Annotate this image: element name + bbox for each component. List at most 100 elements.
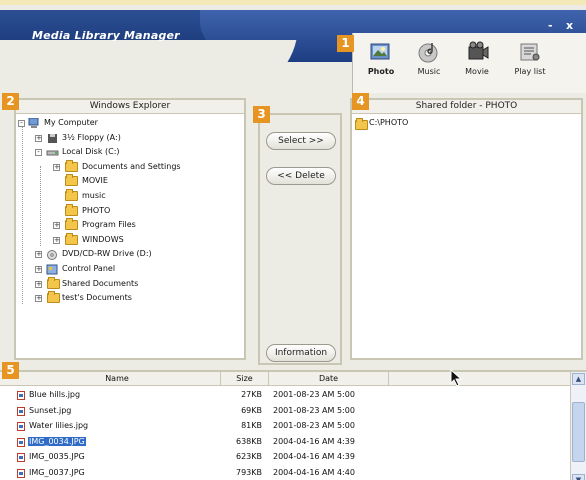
file-list-scrollbar[interactable]: ▲ ▼ bbox=[570, 372, 586, 480]
file-list: Name Size Date Blue hills.jpg 27KB 2001-… bbox=[0, 370, 586, 480]
column-header-size[interactable]: Size bbox=[221, 372, 269, 386]
folder-icon bbox=[65, 218, 78, 231]
minimize-button[interactable]: - bbox=[548, 19, 553, 32]
expand-toggle-icon[interactable]: + bbox=[35, 280, 42, 288]
tree-item-label: test's Documents bbox=[62, 293, 132, 303]
file-name: Sunset.jpg bbox=[29, 405, 72, 415]
expand-toggle-icon[interactable]: + bbox=[35, 295, 42, 303]
tree-item-test-documents[interactable]: + test's Documents bbox=[16, 291, 244, 307]
scrollbar-thumb[interactable] bbox=[572, 402, 585, 462]
image-file-icon bbox=[17, 468, 25, 478]
tree-item-label: Control Panel bbox=[62, 263, 116, 273]
tree-item-movie[interactable]: MOVIE bbox=[16, 174, 244, 190]
expand-toggle-icon[interactable]: + bbox=[35, 251, 42, 259]
toolbar-music-button[interactable]: Music bbox=[407, 41, 451, 76]
folder-icon bbox=[65, 188, 78, 201]
music-icon bbox=[415, 41, 443, 63]
scroll-down-icon[interactable]: ▼ bbox=[572, 474, 585, 480]
collapse-toggle-icon[interactable]: - bbox=[18, 120, 25, 127]
callout-badge-3: 3 bbox=[253, 106, 270, 123]
folder-icon bbox=[65, 159, 78, 172]
file-size: 27KB bbox=[241, 390, 262, 399]
image-file-icon bbox=[17, 437, 25, 447]
folder-icon bbox=[47, 276, 60, 289]
collapse-toggle-icon[interactable]: - bbox=[35, 149, 42, 157]
column-header-name[interactable]: Name bbox=[14, 372, 221, 386]
folder-icon bbox=[65, 203, 78, 216]
callout-badge-5: 5 bbox=[2, 362, 19, 379]
folder-icon bbox=[65, 174, 78, 187]
tree-item-label: Program Files bbox=[82, 220, 136, 230]
expand-toggle-icon[interactable]: + bbox=[53, 236, 60, 244]
tree-item-label: music bbox=[82, 190, 106, 200]
tree-item-label: WINDOWS bbox=[82, 234, 124, 244]
image-file-icon bbox=[17, 391, 25, 400]
delete-button[interactable]: << Delete bbox=[266, 167, 336, 185]
folder-icon bbox=[47, 291, 60, 304]
file-size: 793KB bbox=[235, 467, 262, 477]
expand-toggle-icon[interactable]: + bbox=[35, 265, 42, 273]
tree-item-dvd-drive[interactable]: + DVD/CD-RW Drive (D:) bbox=[16, 248, 244, 263]
file-row-selected[interactable]: IMG_0034.JPG 638KB 2004-04-16 AM 4:39 bbox=[0, 435, 570, 451]
scroll-up-icon[interactable]: ▲ bbox=[572, 373, 585, 385]
folder-icon bbox=[355, 118, 368, 130]
tree-item-documents-and-settings[interactable]: + Documents and Settings bbox=[16, 159, 244, 176]
windows-explorer-title: Windows Explorer bbox=[16, 100, 244, 114]
image-file-icon bbox=[17, 453, 25, 462]
callout-badge-1: 1 bbox=[337, 35, 354, 52]
callout-badge-2: 2 bbox=[2, 93, 19, 110]
expand-toggle-icon[interactable]: + bbox=[53, 163, 60, 171]
file-date: 2001-08-23 AM 5:00 bbox=[273, 405, 355, 415]
file-row[interactable]: IMG_0037.JPG 793KB 2004-04-16 AM 4:40 bbox=[0, 466, 570, 480]
file-date: 2004-04-16 AM 4:39 bbox=[273, 436, 355, 446]
toolbar-playlist-label: Play list bbox=[514, 67, 546, 76]
file-date: 2004-04-16 AM 4:40 bbox=[273, 467, 355, 477]
file-row[interactable]: IMG_0035.JPG 623KB 2004-04-16 AM 4:39 bbox=[0, 450, 570, 466]
toolbar-movie-label: Movie bbox=[465, 67, 489, 76]
expand-toggle-icon[interactable]: + bbox=[35, 134, 42, 142]
computer-icon bbox=[28, 117, 41, 128]
image-file-icon bbox=[17, 406, 25, 416]
media-library-window: Media Library Manager - x Photo Music Mo… bbox=[0, 0, 586, 480]
tree-item-label: My Computer bbox=[44, 118, 98, 127]
tree-item-label: MOVIE bbox=[82, 176, 108, 186]
file-name: Water lilies.jpg bbox=[29, 421, 89, 430]
column-header-date[interactable]: Date bbox=[269, 372, 389, 386]
tree-item-label: PHOTO bbox=[82, 205, 111, 215]
floppy-icon bbox=[46, 133, 59, 143]
information-button[interactable]: Information bbox=[266, 344, 336, 362]
expand-toggle-icon[interactable]: + bbox=[53, 222, 60, 230]
disk-icon bbox=[46, 147, 59, 157]
tree-item-my-computer[interactable]: - My Computer bbox=[16, 117, 244, 132]
media-type-toolbar: Photo Music Movie Play list bbox=[352, 33, 586, 93]
tree-item-control-panel[interactable]: + Control Panel bbox=[16, 263, 244, 278]
tree-item-local-disk[interactable]: - Local Disk (C:) bbox=[16, 146, 244, 161]
select-button[interactable]: Select >> bbox=[266, 132, 336, 150]
tree-item-label: Documents and Settings bbox=[82, 161, 181, 171]
toolbar-photo-label: Photo bbox=[367, 67, 395, 76]
toolbar-movie-button[interactable]: Movie bbox=[455, 41, 499, 76]
shared-folder-list: C:\PHOTO bbox=[352, 114, 581, 132]
toolbar-photo-button[interactable]: Photo bbox=[359, 38, 403, 76]
close-button[interactable]: x bbox=[566, 19, 573, 32]
tree-item-program-files[interactable]: + Program Files bbox=[16, 218, 244, 234]
callout-badge-4: 4 bbox=[352, 93, 369, 110]
tree-item-music[interactable]: music bbox=[16, 188, 244, 205]
photo-icon bbox=[363, 38, 399, 66]
playlist-icon bbox=[516, 41, 544, 63]
tree-item-label: Local Disk (C:) bbox=[62, 147, 120, 157]
file-row[interactable]: Blue hills.jpg 27KB 2001-08-23 AM 5:00 bbox=[0, 388, 570, 404]
shared-folder-item[interactable]: C:\PHOTO bbox=[352, 117, 581, 132]
tree-item-label: 3½ Floppy (A:) bbox=[62, 132, 121, 142]
tree-item-windows[interactable]: + WINDOWS bbox=[16, 232, 244, 249]
tree-item-shared-documents[interactable]: + Shared Documents bbox=[16, 276, 244, 293]
toolbar-music-label: Music bbox=[417, 67, 441, 76]
toolbar-playlist-button[interactable]: Play list bbox=[508, 41, 552, 76]
tree-item-photo[interactable]: PHOTO bbox=[16, 203, 244, 220]
file-row[interactable]: Sunset.jpg 69KB 2001-08-23 AM 5:00 bbox=[0, 404, 570, 420]
file-row[interactable]: Water lilies.jpg 81KB 2001-08-23 AM 5:00 bbox=[0, 419, 570, 435]
control-panel-icon bbox=[46, 264, 59, 275]
file-size: 69KB bbox=[241, 405, 262, 415]
tree-item-floppy[interactable]: + 3½ Floppy (A:) bbox=[16, 132, 244, 147]
shared-folder-label: C:\PHOTO bbox=[369, 118, 409, 127]
